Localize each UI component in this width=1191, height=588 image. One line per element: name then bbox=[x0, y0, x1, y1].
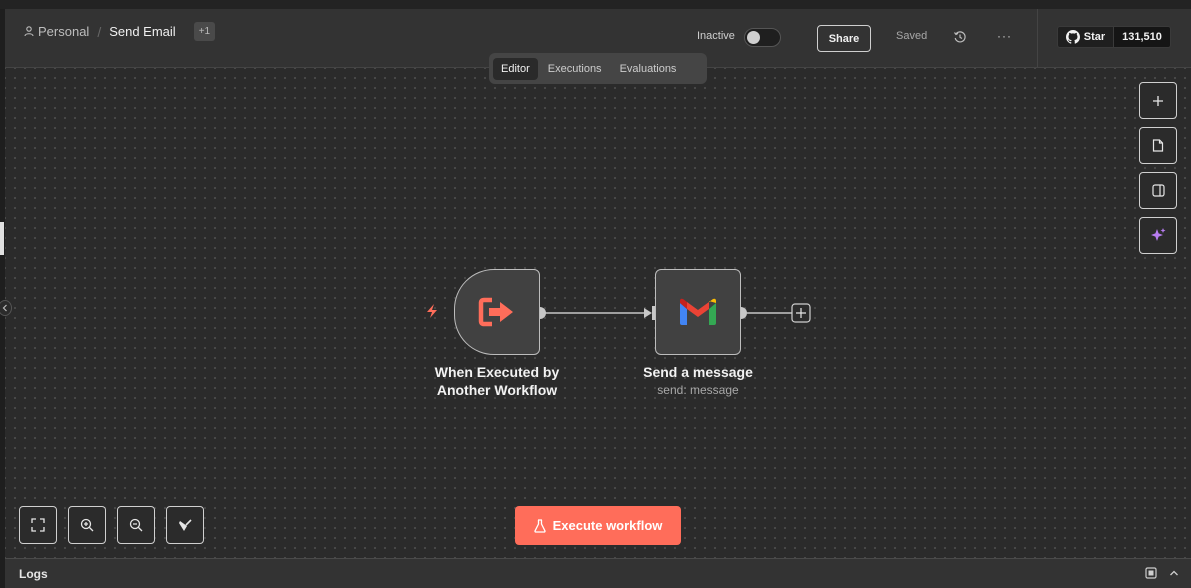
breadcrumb-project[interactable]: Personal bbox=[24, 24, 89, 39]
zoom-in-button[interactable] bbox=[68, 506, 106, 544]
github-star-label: Star bbox=[1083, 31, 1106, 43]
execute-workflow-button[interactable]: Execute workflow bbox=[515, 506, 681, 545]
sign-in-arrow-icon bbox=[478, 297, 513, 327]
tab-executions[interactable]: Executions bbox=[540, 58, 610, 80]
popout-icon[interactable] bbox=[1145, 567, 1157, 579]
node-gmail-subtitle: send: message bbox=[657, 383, 739, 397]
node-title-line: When Executed by bbox=[434, 364, 560, 380]
breadcrumb-separator: / bbox=[97, 23, 102, 40]
toggle-knob bbox=[747, 31, 760, 44]
logs-panel-bar[interactable]: Logs bbox=[5, 558, 1191, 588]
tab-editor[interactable]: Editor bbox=[493, 57, 538, 80]
chevron-up-icon[interactable] bbox=[1169, 569, 1179, 577]
tidy-up-icon bbox=[178, 518, 192, 531]
zoom-out-button[interactable] bbox=[117, 506, 155, 544]
toggle-panel-button[interactable] bbox=[1139, 172, 1177, 209]
logs-actions bbox=[1145, 567, 1179, 579]
workflow-canvas[interactable] bbox=[5, 68, 1191, 558]
flask-icon bbox=[533, 518, 546, 533]
zoom-controls bbox=[19, 506, 204, 544]
github-star-button[interactable]: Star bbox=[1057, 26, 1114, 48]
breadcrumb: Personal / Send Email +1 bbox=[24, 22, 216, 41]
panel-icon bbox=[1151, 184, 1165, 197]
execute-workflow-label: Execute workflow bbox=[552, 518, 663, 533]
node-gmail-send[interactable] bbox=[655, 269, 741, 355]
browser-strip bbox=[0, 0, 1191, 9]
node-execute-workflow-trigger[interactable] bbox=[454, 269, 540, 355]
divider bbox=[1037, 9, 1038, 68]
more-options-icon[interactable]: ··· bbox=[997, 29, 1012, 43]
workflow-name[interactable]: Send Email bbox=[109, 24, 175, 39]
project-label: Personal bbox=[38, 24, 90, 39]
user-icon bbox=[24, 26, 34, 37]
gmail-icon bbox=[680, 298, 716, 325]
ai-sparkle-icon bbox=[1150, 228, 1165, 241]
side-panel-notch[interactable] bbox=[0, 222, 4, 255]
node-trigger-title: When Executed by Another Workflow bbox=[417, 363, 577, 399]
share-button[interactable]: Share bbox=[817, 25, 871, 52]
canvas-toolbar bbox=[1139, 82, 1177, 254]
github-icon bbox=[1065, 30, 1080, 44]
trigger-bolt-icon bbox=[427, 304, 437, 318]
plus-icon bbox=[1153, 95, 1163, 106]
tidy-up-button[interactable] bbox=[166, 506, 204, 544]
chevron-left-icon bbox=[2, 304, 7, 312]
zoom-in-icon bbox=[80, 518, 94, 532]
logs-label: Logs bbox=[19, 567, 48, 581]
tab-evaluations[interactable]: Evaluations bbox=[612, 58, 685, 80]
tag-count-badge[interactable]: +1 bbox=[193, 22, 216, 41]
zoom-out-icon bbox=[129, 518, 143, 532]
node-gmail-title: Send a message bbox=[643, 364, 753, 380]
history-icon[interactable] bbox=[953, 30, 967, 44]
fit-view-icon bbox=[31, 518, 45, 532]
add-sticky-button[interactable] bbox=[1139, 127, 1177, 164]
active-toggle[interactable] bbox=[744, 28, 781, 47]
workflow-editor: Personal / Send Email +1 Inactive Share … bbox=[0, 0, 1191, 588]
ai-assistant-button[interactable] bbox=[1139, 217, 1177, 254]
fit-view-button[interactable] bbox=[19, 506, 57, 544]
sticky-note-icon bbox=[1152, 139, 1164, 152]
node-title-line: Another Workflow bbox=[436, 382, 558, 398]
view-tabs: Editor Executions Evaluations bbox=[489, 53, 707, 84]
saved-status: Saved bbox=[896, 30, 928, 42]
github-star-count[interactable]: 131,510 bbox=[1114, 26, 1171, 48]
add-node-button[interactable] bbox=[1139, 82, 1177, 119]
active-status-label: Inactive bbox=[697, 30, 735, 42]
